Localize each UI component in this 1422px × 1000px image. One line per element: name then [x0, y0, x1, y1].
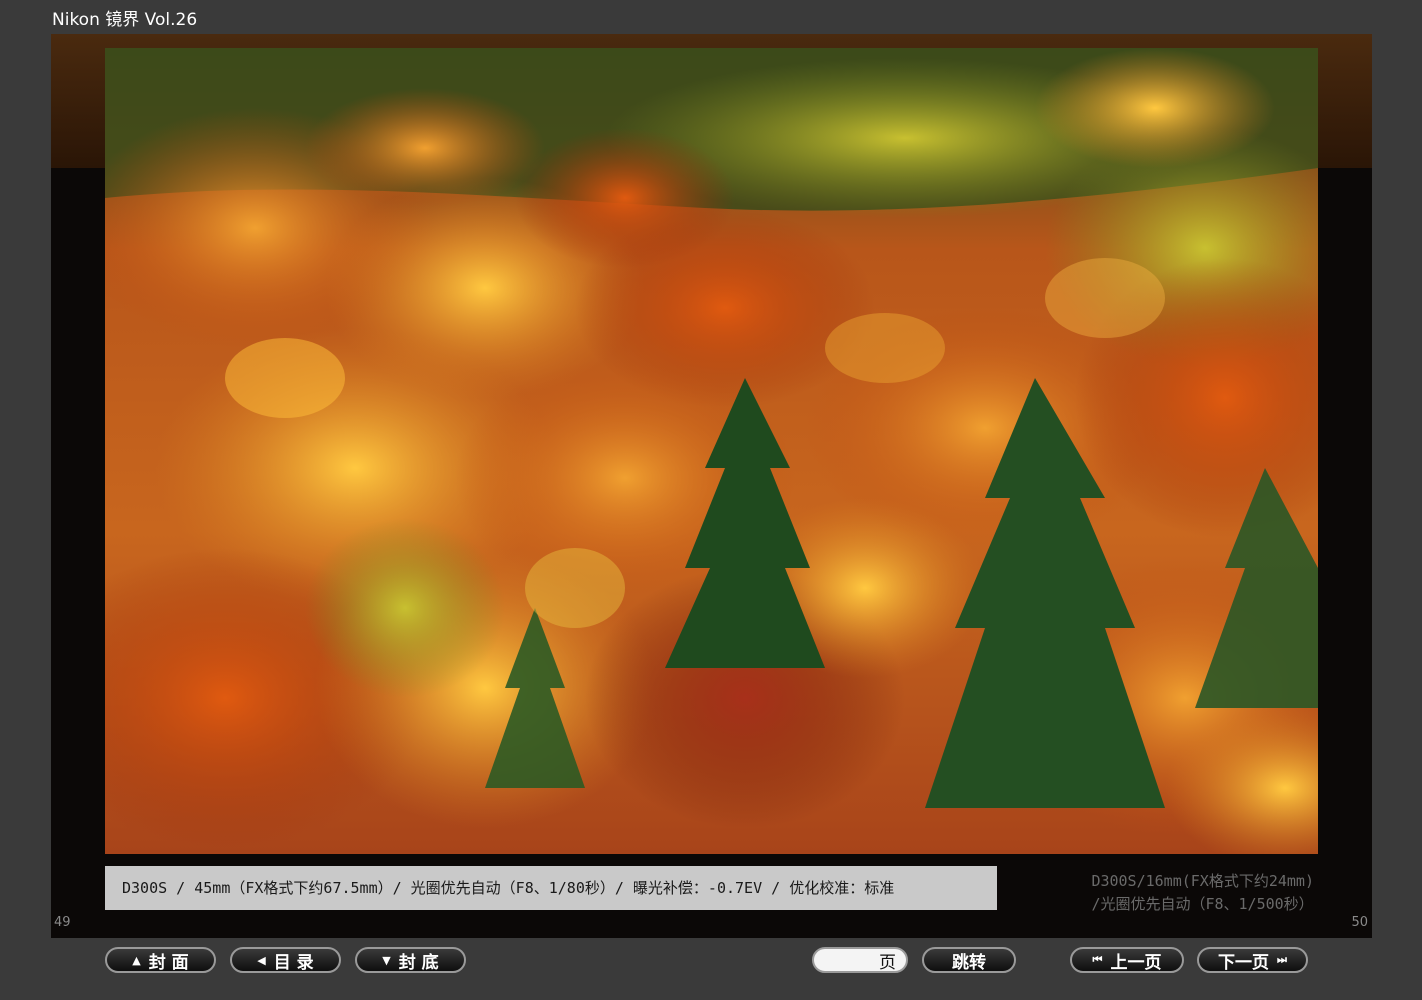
page-number-field: 页 [812, 947, 908, 973]
next-page-button[interactable]: 下一页 ⏭ [1197, 947, 1308, 973]
triangle-down-icon: ▼ [382, 953, 391, 967]
cover-button-label: 封 面 [148, 952, 189, 973]
cover-button[interactable]: ▲ 封 面 [105, 947, 216, 973]
background-photo-caption: D300S/16mm(FX格式下约24mm) /光圈优先自动（F8、1/500秒… [1091, 870, 1314, 916]
next-page-label: 下一页 [1218, 952, 1270, 973]
prev-page-button[interactable]: ⏮ 上一页 [1070, 947, 1184, 973]
left-page-number: 49 [54, 915, 71, 930]
prev-page-label: 上一页 [1110, 952, 1162, 973]
toc-button-label: 目 录 [273, 952, 314, 973]
skip-back-icon: ⏮ [1092, 953, 1103, 966]
right-page-number: 50 [1351, 915, 1368, 930]
skip-forward-icon: ⏭ [1277, 953, 1287, 966]
triangle-left-icon: ◀ [257, 953, 266, 967]
back-cover-button[interactable]: ▼ 封 底 [355, 947, 466, 973]
window-title: Nikon 镜界 Vol.26 [52, 10, 198, 30]
background-caption-line: D300S/16mm(FX格式下约24mm) [1091, 872, 1314, 890]
toc-button[interactable]: ◀ 目 录 [230, 947, 341, 973]
background-caption-line: /光圈优先自动（F8、1/500秒） [1091, 895, 1314, 913]
autumn-forest-photo[interactable] [105, 48, 1318, 854]
back-cover-button-label: 封 底 [398, 952, 439, 973]
photo-caption: D300S / 45mm（FX格式下约67.5mm）/ 光圈优先自动（F8、1/… [105, 866, 997, 910]
jump-button-label: 跳转 [952, 952, 986, 973]
triangle-up-icon: ▲ [132, 953, 141, 967]
page-number-input[interactable] [819, 950, 879, 970]
page-suffix-label: 页 [879, 952, 896, 973]
jump-button[interactable]: 跳转 [922, 947, 1016, 973]
